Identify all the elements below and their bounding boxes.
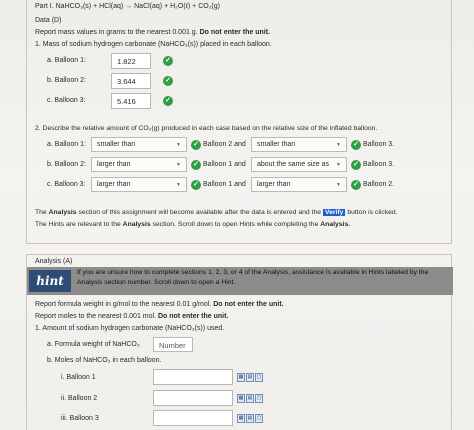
data-section-panel: Part I. NaHCO₃(s) + HCl(aq) → NaCl(aq) +… bbox=[26, 0, 452, 244]
mass-label-balloon-2: b. Balloon 2: bbox=[47, 77, 86, 84]
compare-ref-1a: Balloon 2 and bbox=[203, 141, 246, 148]
chevron-down-icon: ▼ bbox=[176, 182, 181, 188]
periodic-table-icon[interactable]: ▤ bbox=[246, 373, 254, 382]
document-icon[interactable]: ▢ bbox=[255, 373, 263, 382]
moles-label-balloon-1: i. Balloon 1 bbox=[61, 374, 96, 381]
compare-label-balloon-1: a. Balloon 1: bbox=[47, 141, 86, 148]
chevron-down-icon: ▼ bbox=[176, 162, 181, 168]
calculator-icon[interactable]: ▦ bbox=[237, 414, 245, 423]
formula-weight-label: a. Formula weight of NaHCO₃ bbox=[47, 341, 140, 348]
mass-label-balloon-3: c. Balloon 3: bbox=[47, 97, 86, 104]
moles-instructions: Report moles to the nearest 0.001 mol. D… bbox=[35, 313, 229, 320]
question-2-text: 2. Describe the relative amount of CO₂(g… bbox=[35, 125, 378, 132]
moles-label: b. Moles of NaHCO₃ in each balloon. bbox=[47, 357, 162, 364]
compare-label-balloon-3: c. Balloon 3: bbox=[47, 181, 86, 188]
verify-button-reference: Verify bbox=[322, 209, 346, 216]
compare-ref-2a: Balloon 1 and bbox=[203, 161, 246, 168]
analysis-heading: Analysis (A) bbox=[35, 258, 73, 265]
chevron-down-icon: ▼ bbox=[176, 142, 181, 148]
analysis-availability-note: The Analysis section of this assignment … bbox=[35, 209, 398, 216]
part1-heading: Part I. NaHCO₃(s) + HCl(aq) → NaCl(aq) +… bbox=[35, 3, 220, 10]
mass-input-balloon-1[interactable]: 1.822 bbox=[111, 53, 151, 69]
check-icon: ✓ bbox=[191, 160, 201, 170]
analysis-question-1: 1. Amount of sodium hydrogen carbonate (… bbox=[35, 325, 225, 332]
compare-ref-3a: Balloon 1 and bbox=[203, 181, 246, 188]
check-icon: ✓ bbox=[163, 76, 173, 86]
hint-text-line-2: Analysis section number. Scroll down to … bbox=[77, 279, 236, 286]
data-label: Data (D) bbox=[35, 17, 62, 24]
mass-label-balloon-1: a. Balloon 1: bbox=[47, 57, 86, 64]
answer-tools: ▦ ▤ ▢ bbox=[237, 414, 264, 423]
document-icon[interactable]: ▢ bbox=[255, 414, 263, 423]
mass-report-instructions: Report mass values in grams to the neare… bbox=[35, 29, 270, 36]
hint-logo: hint bbox=[29, 270, 71, 292]
check-icon: ✓ bbox=[351, 160, 361, 170]
moles-input-balloon-2[interactable] bbox=[153, 390, 233, 406]
calculator-icon[interactable]: ▦ bbox=[237, 373, 245, 382]
moles-input-balloon-1[interactable] bbox=[153, 369, 233, 385]
periodic-table-icon[interactable]: ▤ bbox=[246, 414, 254, 423]
chevron-down-icon: ▼ bbox=[336, 182, 341, 188]
analysis-section-panel: Analysis (A) hint If you are unsure how … bbox=[26, 254, 453, 430]
compare-select-3a[interactable]: larger than ▼ bbox=[91, 177, 187, 192]
formula-weight-instructions: Report formula weight in g/mol to the ne… bbox=[35, 301, 284, 308]
periodic-table-icon[interactable]: ▤ bbox=[246, 394, 254, 403]
mass-input-balloon-3[interactable]: 5.416 bbox=[111, 93, 151, 109]
compare-select-3b[interactable]: larger than ▼ bbox=[251, 177, 347, 192]
document-icon[interactable]: ▢ bbox=[255, 394, 263, 403]
check-icon: ✓ bbox=[163, 96, 173, 106]
compare-ref-2b: Balloon 3. bbox=[363, 161, 395, 168]
compare-ref-3b: Balloon 2. bbox=[363, 181, 395, 188]
calculator-icon[interactable]: ▦ bbox=[237, 394, 245, 403]
chevron-down-icon: ▼ bbox=[336, 162, 341, 168]
formula-weight-input[interactable]: Number bbox=[153, 337, 193, 352]
check-icon: ✓ bbox=[163, 56, 173, 66]
hints-relevance-note: The Hints are relevant to the Analysis s… bbox=[35, 221, 351, 228]
compare-select-2a[interactable]: larger than ▼ bbox=[91, 157, 187, 172]
chevron-down-icon: ▼ bbox=[336, 142, 341, 148]
moles-label-balloon-2: ii. Balloon 2 bbox=[61, 395, 98, 402]
moles-input-balloon-3[interactable] bbox=[153, 410, 233, 426]
compare-select-1a[interactable]: smaller than ▼ bbox=[91, 137, 187, 152]
check-icon: ✓ bbox=[351, 140, 361, 150]
hint-text-line-1: If you are unsure how to complete sectio… bbox=[77, 269, 429, 276]
answer-tools: ▦ ▤ ▢ bbox=[237, 373, 264, 382]
check-icon: ✓ bbox=[191, 180, 201, 190]
compare-ref-1b: Balloon 3. bbox=[363, 141, 395, 148]
worksheet-page: Part I. NaHCO₃(s) + HCl(aq) → NaCl(aq) +… bbox=[0, 0, 474, 430]
check-icon: ✓ bbox=[351, 180, 361, 190]
compare-label-balloon-2: b. Balloon 2: bbox=[47, 161, 86, 168]
compare-select-2b[interactable]: about the same size as ▼ bbox=[251, 157, 347, 172]
answer-tools: ▦ ▤ ▢ bbox=[237, 394, 264, 403]
moles-label-balloon-3: iii. Balloon 3 bbox=[61, 415, 99, 422]
compare-select-1b[interactable]: smaller than ▼ bbox=[251, 137, 347, 152]
question-1-text: 1. Mass of sodium hydrogen carbonate (Na… bbox=[35, 41, 272, 48]
mass-input-balloon-2[interactable]: 3.644 bbox=[111, 73, 151, 89]
check-icon: ✓ bbox=[191, 140, 201, 150]
